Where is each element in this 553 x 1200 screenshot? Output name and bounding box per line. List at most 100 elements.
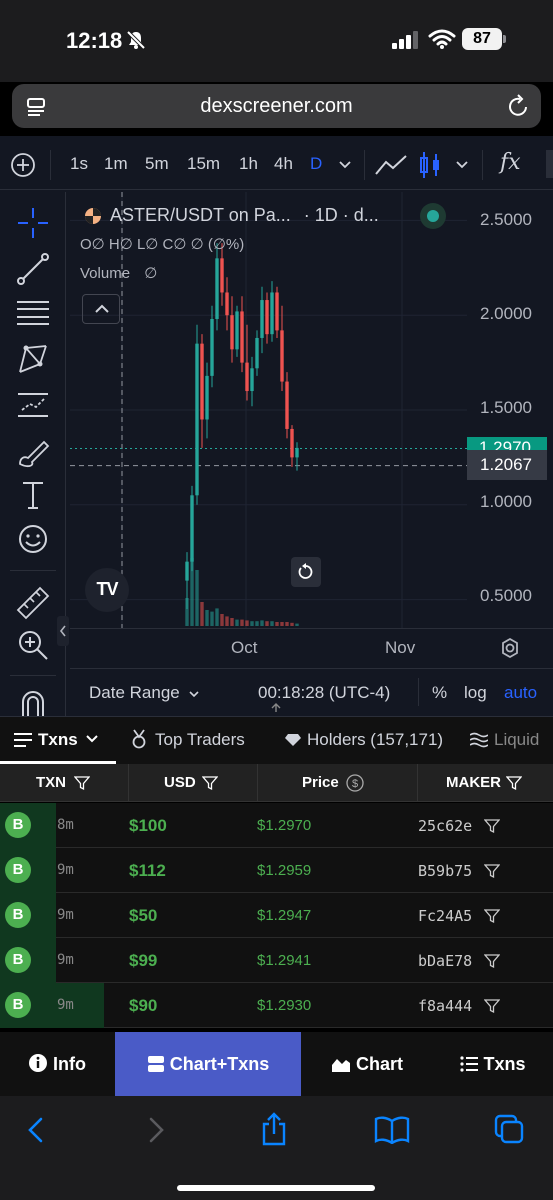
exchange-logo-icon bbox=[85, 208, 101, 224]
chart-clock[interactable]: 00:18:28 (UTC-4) bbox=[258, 683, 390, 703]
timeframe-d[interactable]: D bbox=[310, 154, 322, 174]
candle-body bbox=[195, 343, 199, 496]
timeframe-1s[interactable]: 1s bbox=[70, 154, 88, 174]
filter-icon[interactable] bbox=[74, 775, 90, 791]
chevron-left-icon[interactable] bbox=[58, 624, 68, 638]
back-icon[interactable] bbox=[26, 1116, 46, 1144]
tools-divider bbox=[10, 675, 56, 676]
chart-view-button[interactable]: Chart bbox=[302, 1032, 432, 1096]
log-scale-toggle[interactable]: log bbox=[464, 683, 487, 703]
add-symbol-icon[interactable] bbox=[10, 152, 36, 178]
cellular-signal-icon bbox=[392, 31, 418, 49]
filter-maker-icon[interactable] bbox=[484, 818, 500, 834]
status-time: 12:18 bbox=[66, 28, 123, 53]
column-header-usd[interactable]: USD bbox=[164, 774, 196, 791]
collapse-legend-button[interactable] bbox=[82, 294, 120, 324]
emoji-tool-icon[interactable] bbox=[14, 520, 52, 558]
filter-icon[interactable] bbox=[506, 775, 522, 791]
tab-top-traders[interactable]: Top Traders bbox=[155, 730, 245, 750]
text-tool-icon[interactable] bbox=[14, 476, 52, 514]
filter-maker-icon[interactable] bbox=[484, 908, 500, 924]
chart-type-dropdown-chevron-icon[interactable] bbox=[455, 160, 469, 170]
time-axis[interactable] bbox=[70, 628, 553, 668]
filter-maker-icon[interactable] bbox=[484, 998, 500, 1014]
filter-icon[interactable] bbox=[202, 775, 218, 791]
fib-retracement-tool-icon[interactable] bbox=[14, 294, 52, 332]
tradingview-logo[interactable]: TV bbox=[85, 568, 129, 612]
bookmarks-icon[interactable] bbox=[374, 1116, 410, 1144]
symbol-name[interactable]: ASTER/USDT on Pa... bbox=[110, 205, 291, 225]
chart-txns-view-label[interactable]: Chart+Txns bbox=[170, 1054, 270, 1074]
info-view-button[interactable]: Info bbox=[0, 1032, 114, 1096]
filter-maker-icon[interactable] bbox=[484, 863, 500, 879]
percent-scale-toggle[interactable]: % bbox=[432, 683, 447, 703]
ruler-tool-icon[interactable] bbox=[14, 582, 52, 620]
url-text[interactable]: dexscreener.com bbox=[0, 84, 553, 128]
volume-value: ∅ bbox=[144, 265, 158, 282]
column-header-txn[interactable]: TXN bbox=[36, 774, 66, 791]
volume-bar bbox=[210, 611, 214, 626]
txns-view-label[interactable]: Txns bbox=[484, 1054, 526, 1074]
txn-maker[interactable]: bDaE78 bbox=[418, 952, 472, 970]
share-icon[interactable] bbox=[260, 1112, 288, 1146]
crosshair-tool-icon[interactable] bbox=[14, 204, 52, 242]
candle-body bbox=[205, 375, 209, 420]
txn-maker[interactable]: f8a444 bbox=[418, 997, 472, 1015]
trend-line-tool-icon[interactable] bbox=[14, 250, 52, 288]
candle-body bbox=[290, 428, 294, 458]
chevron-down-icon[interactable] bbox=[85, 734, 99, 744]
time-axis-label: Oct bbox=[231, 638, 258, 657]
txn-age: 9m bbox=[57, 862, 74, 878]
chart-view-label[interactable]: Chart bbox=[356, 1054, 403, 1074]
txns-view-button[interactable]: Txns bbox=[433, 1032, 553, 1096]
txn-price: $1.2947 bbox=[257, 907, 312, 924]
settings-icon[interactable] bbox=[498, 636, 522, 660]
reset-chart-button[interactable] bbox=[291, 557, 321, 587]
dollar-circle-icon[interactable]: $ bbox=[346, 774, 364, 792]
tab-txns[interactable]: Txns bbox=[38, 730, 78, 750]
magnet-tool-icon[interactable] bbox=[14, 688, 52, 716]
chevron-down-icon bbox=[189, 691, 200, 698]
date-range-button[interactable]: Date Range bbox=[89, 683, 200, 703]
candle-body bbox=[235, 311, 239, 350]
timeframe-1m[interactable]: 1m bbox=[104, 154, 128, 174]
symbol-title[interactable]: ASTER/USDT on Pa... · 1D · d... bbox=[110, 205, 379, 226]
zoom-in-tool-icon[interactable] bbox=[14, 626, 52, 664]
txn-maker[interactable]: Fc24A5 bbox=[418, 907, 472, 925]
chart-txns-view-button[interactable]: Chart+Txns bbox=[115, 1032, 301, 1096]
txn-maker[interactable]: B59b75 bbox=[418, 862, 472, 880]
timeframe-5m[interactable]: 5m bbox=[145, 154, 169, 174]
candle-body bbox=[280, 330, 284, 382]
indicators-fx-icon[interactable]: fx bbox=[500, 150, 521, 175]
info-view-label[interactable]: Info bbox=[53, 1054, 86, 1074]
forward-icon[interactable] bbox=[146, 1116, 166, 1144]
price-chart[interactable] bbox=[70, 192, 467, 628]
column-header-price[interactable]: Price bbox=[302, 774, 339, 791]
candle-body bbox=[270, 292, 274, 335]
txn-maker[interactable]: 25c62e bbox=[418, 817, 472, 835]
candle-body bbox=[200, 343, 204, 420]
toolbar-overflow[interactable] bbox=[546, 150, 553, 178]
pattern-tool-icon[interactable] bbox=[14, 340, 52, 378]
tools-divider bbox=[10, 570, 56, 571]
brush-tool-icon[interactable] bbox=[14, 432, 52, 470]
timeframe-dropdown-chevron-icon[interactable] bbox=[338, 160, 352, 170]
filter-maker-icon[interactable] bbox=[484, 953, 500, 969]
tab-holders[interactable]: Holders (157,171) bbox=[307, 730, 443, 750]
auto-scale-toggle[interactable]: auto bbox=[504, 683, 537, 703]
volume-bar bbox=[285, 622, 289, 626]
reload-icon[interactable] bbox=[508, 94, 530, 118]
tab-liquidity[interactable]: Liquid bbox=[494, 730, 539, 750]
column-header-maker[interactable]: MAKER bbox=[446, 774, 501, 791]
candles-chart-type-icon[interactable] bbox=[418, 150, 442, 180]
prediction-tool-icon[interactable] bbox=[14, 386, 52, 424]
date-range-label[interactable]: Date Range bbox=[89, 683, 180, 702]
candle-body bbox=[225, 292, 229, 316]
line-chart-type-icon[interactable] bbox=[374, 152, 408, 178]
timeframe-15m[interactable]: 15m bbox=[187, 154, 220, 174]
txn-price: $1.2941 bbox=[257, 952, 312, 969]
timeframe-4h[interactable]: 4h bbox=[274, 154, 293, 174]
reset-icon bbox=[298, 563, 313, 579]
timeframe-1h[interactable]: 1h bbox=[239, 154, 258, 174]
tabs-icon[interactable] bbox=[494, 1114, 526, 1146]
